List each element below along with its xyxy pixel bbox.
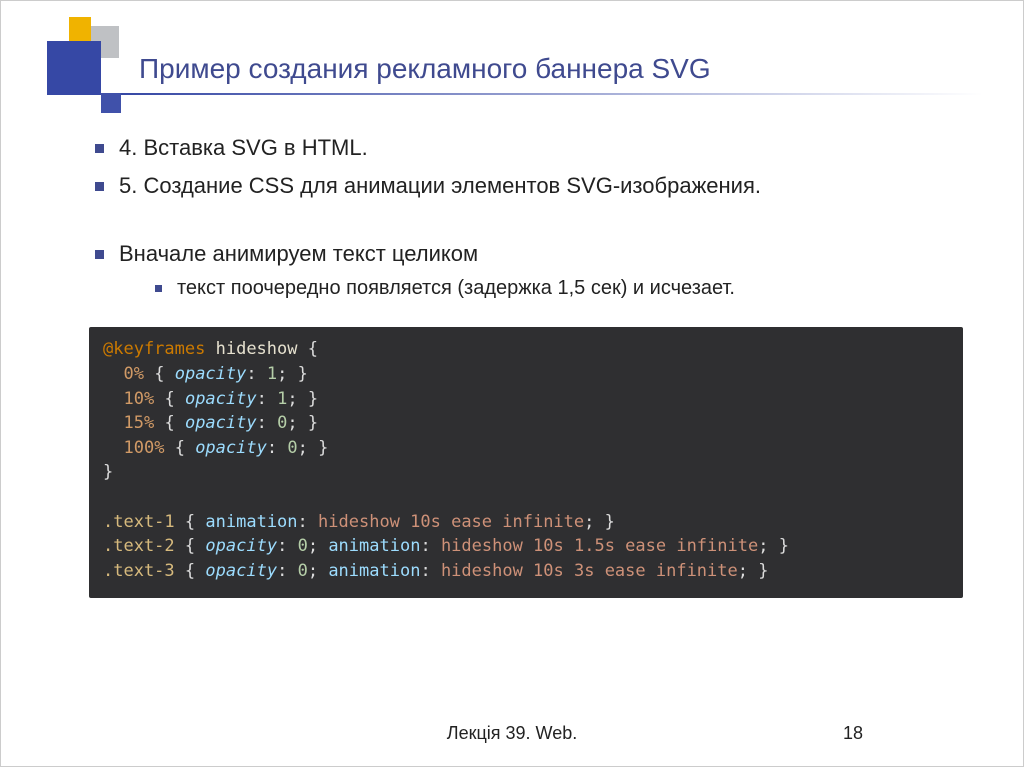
code-selector: .text-1 [103, 512, 175, 532]
code-number: 1 [267, 364, 277, 384]
code-brace: { [308, 339, 318, 359]
bullet-text: 4. Вставка SVG в HTML. [119, 135, 368, 160]
bullet-item: 4. Вставка SVG в HTML. [89, 131, 963, 165]
bullet-text: 5. Создание CSS для анимации элементов S… [119, 173, 761, 198]
slide: Пример создания рекламного баннера SVG 4… [0, 0, 1024, 767]
code-percent: 0% [123, 364, 143, 384]
code-anim-name: hideshow [216, 339, 298, 359]
code-value: hideshow 10s ease infinite [318, 512, 584, 532]
bullet-item: 5. Создание CSS для анимации элементов S… [89, 169, 963, 203]
slide-content: 4. Вставка SVG в HTML. 5. Создание CSS д… [89, 131, 963, 598]
code-block: @keyframes hideshow { 0% { opacity: 1; }… [89, 327, 963, 597]
bullet-text: Вначале анимируем текст целиком [119, 241, 478, 266]
sub-bullet-item: текст поочередно появляется (задержка 1,… [153, 273, 963, 303]
sub-bullet-text: текст поочередно появляется (задержка 1,… [177, 277, 735, 299]
page-number: 18 [843, 723, 863, 744]
footer: Лекція 39. Web. [1, 723, 1023, 744]
slide-title: Пример создания рекламного баннера SVG [139, 53, 711, 85]
decor-square-blue-small [101, 93, 121, 113]
code-prop: opacity [175, 364, 247, 384]
title-underline [121, 93, 983, 95]
decor-square-blue-large [47, 41, 101, 95]
code-keyword: @keyframes [103, 339, 205, 359]
bullet-item: Вначале анимируем текст целиком текст по… [89, 237, 963, 303]
sub-bullet-list: текст поочередно появляется (задержка 1,… [153, 273, 963, 303]
bullet-list: 4. Вставка SVG в HTML. 5. Создание CSS д… [89, 131, 963, 303]
footer-lecture: Лекція 39. Web. [447, 723, 577, 743]
